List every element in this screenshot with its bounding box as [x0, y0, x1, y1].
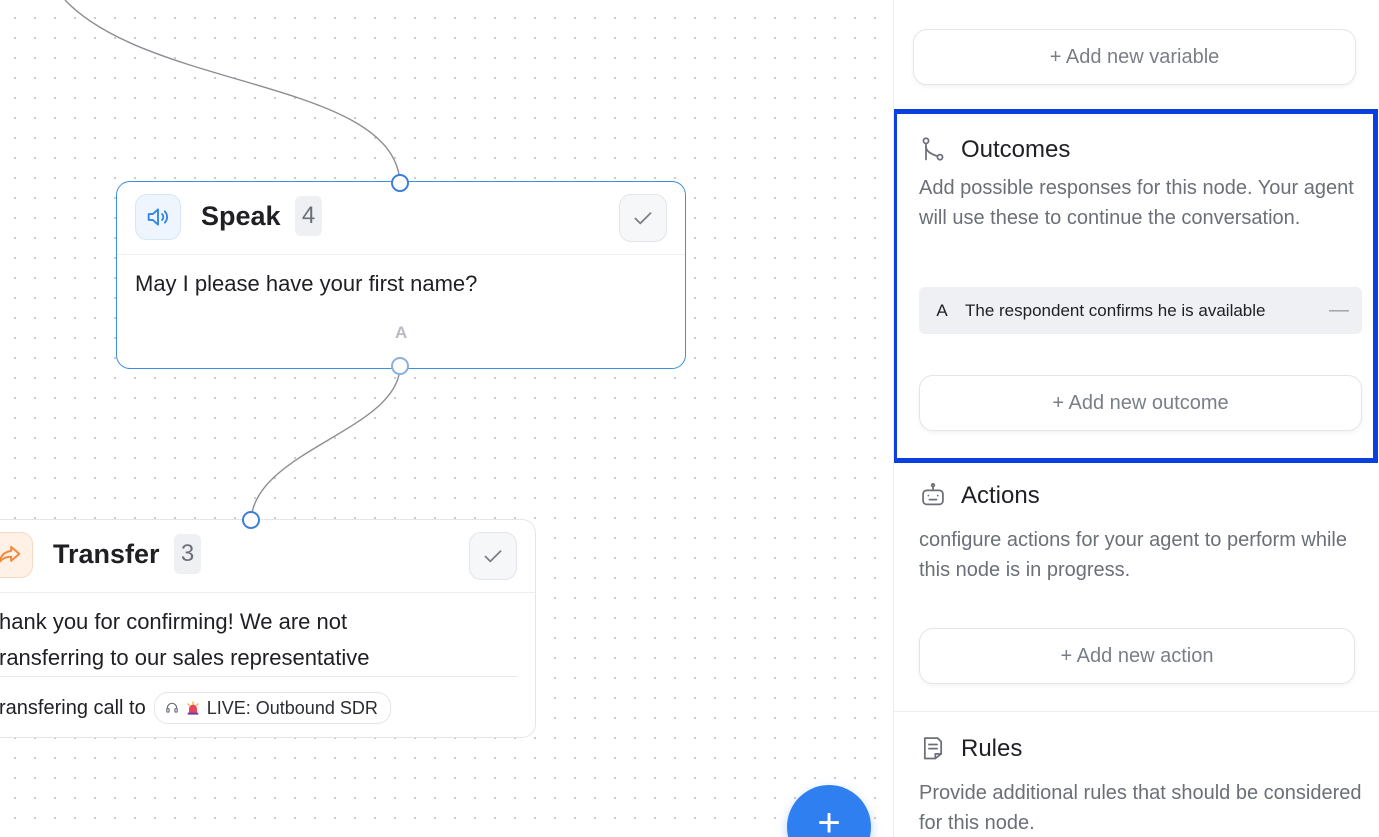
flow-canvas[interactable]: Speak 4 May I please have your first nam…: [0, 0, 893, 837]
transfer-node-text-line2: ransferring to our sales representative: [0, 645, 370, 670]
transfer-target-label: LIVE: Outbound SDR: [206, 697, 378, 718]
add-action-button[interactable]: + Add new action: [919, 628, 1355, 684]
speaker-icon: [135, 194, 181, 240]
transfer-node-text-line1: hank you for confirming! We are not: [0, 609, 348, 634]
siren-icon: [187, 701, 199, 715]
check-icon: [634, 212, 652, 225]
transfer-footer-label: ransfering call to: [0, 696, 146, 719]
transfer-node-count: 3: [174, 534, 201, 574]
check-icon: [484, 550, 502, 563]
speak-node-output-handle-a[interactable]: [391, 357, 409, 375]
rules-description: Provide additional rules that should be …: [919, 782, 1362, 834]
add-variable-button[interactable]: + Add new variable: [913, 29, 1356, 85]
transfer-node-footer: ransfering call to LIVE: Outbound SDR: [0, 692, 391, 724]
edge-incoming: [64, 0, 401, 184]
robot-icon: [922, 483, 944, 506]
transfer-node-divider: [0, 676, 517, 677]
forward-arrow-icon: [0, 532, 33, 578]
speak-node-text: May I please have your first name?: [135, 271, 478, 296]
outcome-letter: A: [936, 300, 948, 320]
speak-node-count: 4: [295, 196, 322, 236]
node-settings-panel: + Add new variable Outcomes Add possible…: [893, 0, 1379, 837]
panel-divider: [894, 711, 1379, 712]
transfer-node[interactable]: Transfer 3 hank you for confirming! We a…: [0, 519, 536, 738]
branch-icon: [922, 137, 944, 161]
remove-outcome-button[interactable]: —: [1316, 299, 1362, 322]
headset-icon: [165, 702, 178, 713]
document-icon: [923, 737, 943, 760]
speak-node-title: Speak: [201, 201, 281, 231]
transfer-node-input-handle[interactable]: [242, 511, 260, 529]
outcomes-description: Add possible responses for this node. Yo…: [919, 177, 1354, 229]
edge-speak-to-transfer: [250, 365, 401, 521]
add-outcome-button[interactable]: + Add new outcome: [919, 375, 1362, 431]
transfer-node-title: Transfer: [53, 539, 160, 569]
outcome-item[interactable]: A The respondent confirms he is availabl…: [919, 287, 1362, 334]
transfer-node-check-button[interactable]: [469, 532, 517, 580]
plus-icon: +: [817, 801, 841, 837]
transfer-node-header: Transfer 3: [0, 520, 535, 593]
outcome-text: The respondent confirms he is available: [965, 300, 1266, 320]
speak-node-handle-label: A: [395, 323, 408, 342]
outcomes-title: Outcomes: [961, 136, 1071, 163]
speak-node-check-button[interactable]: [619, 194, 667, 242]
speak-node-header: Speak 4: [117, 182, 685, 255]
actions-title: Actions: [961, 482, 1040, 509]
actions-description: configure actions for your agent to perf…: [919, 529, 1347, 581]
speak-node[interactable]: Speak 4 May I please have your first nam…: [116, 181, 686, 369]
speak-node-input-handle[interactable]: [391, 174, 409, 192]
rules-title: Rules: [961, 735, 1023, 762]
transfer-target-chip[interactable]: LIVE: Outbound SDR: [153, 692, 391, 724]
